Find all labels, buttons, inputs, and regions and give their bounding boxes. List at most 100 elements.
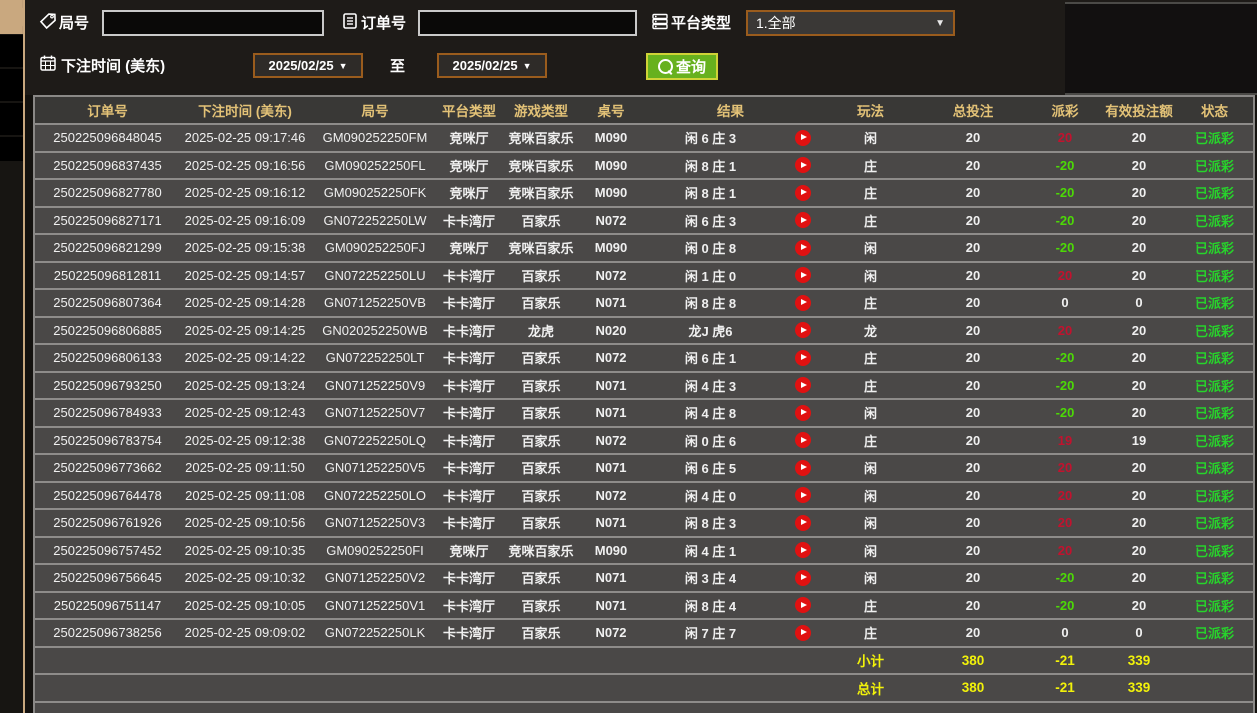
cell-platform: 竞咪厅 — [449, 158, 489, 174]
cell-game-type: 竞咪百家乐 — [508, 241, 574, 257]
cell-status: 已派彩 — [1194, 516, 1234, 532]
cell-valid-bet: 20 — [1131, 377, 1147, 393]
play-replay-icon[interactable] — [795, 267, 811, 284]
cell-table-no: N072 — [595, 432, 627, 448]
cell-payout: 20 — [1057, 267, 1073, 283]
cell-game-type: 龙虎 — [527, 323, 554, 339]
cell-game-type: 竞咪百家乐 — [508, 158, 574, 174]
subtotal-row: 小计 380 -21 339 — [35, 645, 1253, 673]
col-header-table-no: 桌号 — [597, 104, 625, 119]
play-replay-icon[interactable] — [795, 404, 811, 421]
cell-round-id: GN072252250LK — [324, 625, 426, 641]
table-row: 250225096806133 2025-02-25 09:14:22 GN0722… — [35, 343, 1253, 371]
play-replay-icon[interactable] — [795, 294, 811, 311]
cell-game-type: 竞咪百家乐 — [508, 543, 574, 559]
play-replay-icon[interactable] — [795, 569, 811, 586]
cell-play-type: 闲 — [863, 571, 877, 587]
cell-status: 已派彩 — [1194, 626, 1234, 642]
play-replay-icon[interactable] — [795, 514, 811, 531]
cell-platform: 竞咪厅 — [449, 543, 489, 559]
cell-status: 已派彩 — [1194, 378, 1234, 394]
cell-table-no: N071 — [595, 377, 627, 393]
cell-replay — [783, 294, 823, 311]
cell-result: 闲 3 庄 4 — [684, 571, 737, 587]
cell-replay — [783, 569, 823, 586]
cell-total-bet: 20 — [965, 350, 981, 366]
cell-table-no: M090 — [594, 240, 628, 256]
empty-row — [35, 700, 1253, 713]
play-replay-icon[interactable] — [795, 184, 811, 201]
cell-play-type: 闲 — [863, 488, 877, 504]
chevron-down-icon: ▼ — [935, 17, 945, 29]
cell-valid-bet: 20 — [1131, 185, 1147, 201]
cell-round-id: GN072252250LT — [325, 350, 425, 366]
cell-payout: -20 — [1055, 212, 1075, 228]
cell-game-type: 百家乐 — [521, 461, 561, 477]
cell-platform: 竞咪厅 — [449, 241, 489, 257]
cell-bet-time: 2025-02-25 09:16:09 — [184, 212, 306, 228]
cell-order-id: 250225096807364 — [53, 295, 162, 311]
cell-total-bet: 20 — [965, 625, 981, 641]
play-replay-icon[interactable] — [795, 542, 811, 559]
play-replay-icon[interactable] — [795, 212, 811, 229]
total-label: 总计 — [857, 681, 884, 697]
cell-payout: -20 — [1055, 597, 1075, 613]
cell-status: 已派彩 — [1194, 268, 1234, 284]
cell-round-id: GN072252250LW — [323, 212, 427, 228]
cell-payout: 0 — [1061, 625, 1069, 641]
cell-replay — [783, 377, 823, 394]
table-row: 250225096793250 2025-02-25 09:13:24 GN0712… — [35, 370, 1253, 398]
cell-valid-bet: 20 — [1131, 322, 1147, 338]
play-replay-icon[interactable] — [795, 377, 811, 394]
cell-round-id: GN020252250WB — [322, 322, 428, 338]
cell-game-type: 百家乐 — [521, 268, 561, 284]
play-replay-icon[interactable] — [795, 459, 811, 476]
round-id-input[interactable] — [102, 10, 324, 36]
col-header-round-id: 局号 — [361, 104, 389, 119]
play-replay-icon[interactable] — [795, 157, 811, 174]
date-from-picker[interactable]: 2025/02/25 ▼ — [253, 53, 363, 78]
cell-order-id: 250225096784933 — [53, 405, 162, 421]
play-replay-icon[interactable] — [795, 432, 811, 449]
table-row: 250225096837435 2025-02-25 09:16:56 GM0902… — [35, 150, 1253, 178]
cell-play-type: 闲 — [863, 241, 877, 257]
cell-order-id: 250225096827780 — [53, 185, 162, 201]
calendar-icon — [39, 54, 57, 72]
play-replay-icon[interactable] — [795, 129, 811, 146]
cell-table-no: M090 — [594, 185, 628, 201]
cell-replay — [783, 624, 823, 641]
cell-payout: 20 — [1057, 460, 1073, 476]
cell-valid-bet: 20 — [1131, 597, 1147, 613]
play-replay-icon[interactable] — [795, 349, 811, 366]
cell-play-type: 庄 — [863, 378, 877, 394]
cell-replay — [783, 542, 823, 559]
subtotal-label: 小计 — [857, 654, 884, 670]
play-replay-icon[interactable] — [795, 624, 811, 641]
sidebar-block — [0, 103, 23, 135]
table-header-row: 订单号 下注时间 (美东) 局号 平台类型 游戏类型 桌号 结果 玩法 总投注 … — [35, 97, 1253, 123]
play-replay-icon[interactable] — [795, 239, 811, 256]
cell-result: 闲 6 庄 1 — [684, 351, 737, 367]
platform-type-select[interactable]: 1.全部 ▼ — [746, 10, 955, 36]
date-to-picker[interactable]: 2025/02/25 ▼ — [437, 53, 547, 78]
cell-platform: 卡卡湾厅 — [442, 516, 495, 532]
cell-replay — [783, 239, 823, 256]
order-id-input[interactable] — [418, 10, 637, 36]
query-button[interactable]: 查询 — [646, 53, 718, 80]
cell-valid-bet: 20 — [1131, 460, 1147, 476]
cell-payout: 0 — [1061, 295, 1069, 311]
play-replay-icon[interactable] — [795, 322, 811, 339]
play-replay-icon[interactable] — [795, 597, 811, 614]
cell-status: 已派彩 — [1194, 543, 1234, 559]
cell-replay — [783, 459, 823, 476]
cell-replay — [783, 157, 823, 174]
cell-bet-time: 2025-02-25 09:10:32 — [184, 570, 306, 586]
cell-payout: 20 — [1057, 130, 1073, 146]
play-replay-icon[interactable] — [795, 487, 811, 504]
cell-status: 已派彩 — [1194, 296, 1234, 312]
cell-bet-time: 2025-02-25 09:15:38 — [184, 240, 306, 256]
cell-valid-bet: 20 — [1131, 350, 1147, 366]
subtotal-valid-bet: 339 — [1127, 652, 1151, 668]
cell-valid-bet: 19 — [1131, 432, 1147, 448]
cell-total-bet: 20 — [965, 432, 981, 448]
